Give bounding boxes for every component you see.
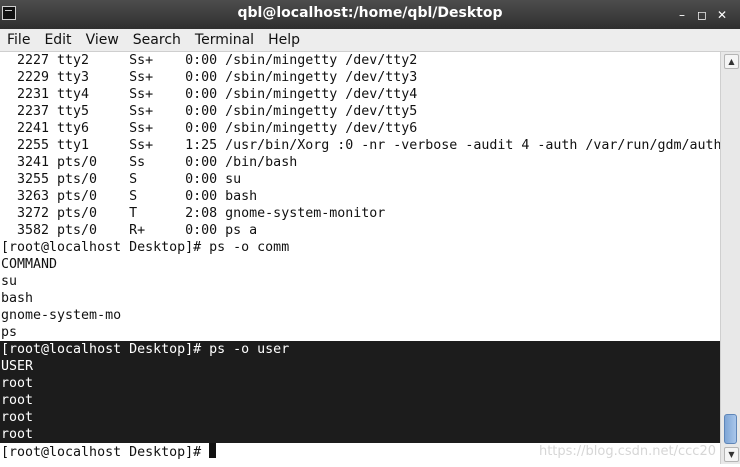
terminal-line: su: [1, 274, 18, 289]
scroll-up-arrow-icon[interactable]: ▲: [724, 54, 739, 69]
menu-search[interactable]: Search: [126, 32, 188, 48]
terminal-line: COMMAND: [1, 257, 58, 272]
menu-file[interactable]: File: [0, 32, 37, 48]
terminal-line-selected: [root@localhost Desktop]# ps -o user: [0, 341, 720, 358]
terminal-line: 2255 tty1 Ss+ 1:25 /usr/bin/Xorg :0 -nr …: [1, 138, 720, 153]
terminal-line-selected: USER: [0, 358, 720, 375]
shell-prompt: [root@localhost Desktop]#: [1, 445, 210, 460]
terminal-output[interactable]: 2227 tty2 Ss+ 0:00 /sbin/mingetty /dev/t…: [0, 52, 720, 464]
window-controls: – ◻ ✕: [672, 7, 732, 23]
terminal-line: ps: [1, 325, 18, 340]
text-cursor: [209, 443, 217, 458]
scrollbar-thumb[interactable]: [724, 414, 737, 444]
scroll-down-arrow-icon[interactable]: ▼: [724, 447, 739, 462]
terminal-line-selected: root: [0, 409, 720, 426]
terminal-line-selected: root: [0, 426, 720, 443]
vertical-scrollbar[interactable]: ▲ ▼: [720, 52, 740, 464]
terminal-prompt-line[interactable]: [root@localhost Desktop]#: [0, 443, 720, 460]
window-title: qbl@localhost:/home/qbl/Desktop: [237, 5, 503, 21]
terminal-line: 3582 pts/0 R+ 0:00 ps a: [1, 223, 258, 238]
terminal-line-selected: root: [0, 375, 720, 392]
menu-bar: File Edit View Search Terminal Help: [0, 29, 740, 52]
terminal-window: qbl@localhost:/home/qbl/Desktop – ◻ ✕ Fi…: [0, 0, 740, 467]
terminal-line: 2229 tty3 Ss+ 0:00 /sbin/mingetty /dev/t…: [1, 70, 418, 85]
terminal-line: [root@localhost Desktop]# ps -o comm: [1, 240, 290, 255]
terminal-line-selected: root: [0, 392, 720, 409]
minimize-button[interactable]: –: [672, 7, 692, 23]
terminal-line: 3255 pts/0 S 0:00 su: [1, 172, 242, 187]
title-bar[interactable]: qbl@localhost:/home/qbl/Desktop – ◻ ✕: [0, 0, 740, 29]
menu-terminal[interactable]: Terminal: [188, 32, 261, 48]
terminal-line: 2231 tty4 Ss+ 0:00 /sbin/mingetty /dev/t…: [1, 87, 418, 102]
terminal-line: 2237 tty5 Ss+ 0:00 /sbin/mingetty /dev/t…: [1, 104, 418, 119]
terminal-line: 2241 tty6 Ss+ 0:00 /sbin/mingetty /dev/t…: [1, 121, 418, 136]
terminal-line: bash: [1, 291, 34, 306]
terminal-line: 2227 tty2 Ss+ 0:00 /sbin/mingetty /dev/t…: [1, 53, 418, 68]
terminal-line: 3263 pts/0 S 0:00 bash: [1, 189, 258, 204]
menu-edit[interactable]: Edit: [37, 32, 78, 48]
terminal-line: 3272 pts/0 T 2:08 gnome-system-monitor: [1, 206, 386, 221]
menu-help[interactable]: Help: [261, 32, 307, 48]
maximize-button[interactable]: ◻: [692, 7, 712, 23]
menu-view[interactable]: View: [79, 32, 126, 48]
terminal-line: 3241 pts/0 Ss 0:00 /bin/bash: [1, 155, 298, 170]
close-button[interactable]: ✕: [712, 7, 732, 23]
terminal-line: gnome-system-mo: [1, 308, 122, 323]
